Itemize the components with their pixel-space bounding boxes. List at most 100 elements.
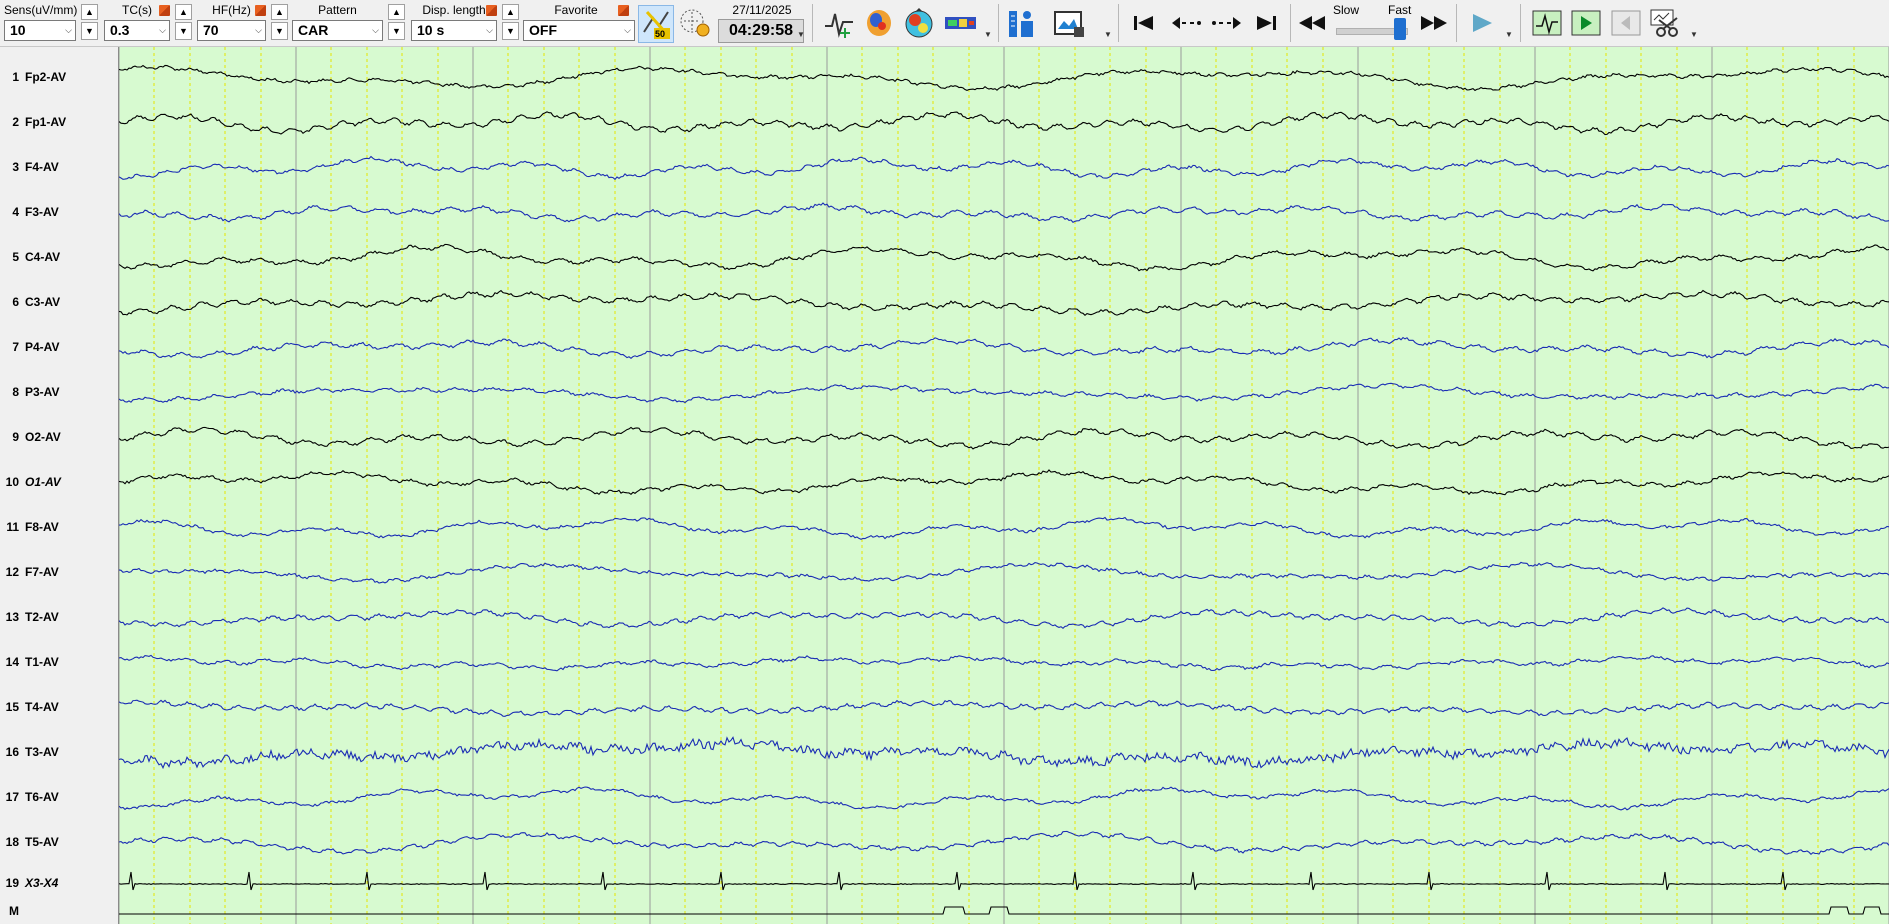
channel-name: C3-AV: [25, 295, 61, 309]
favorite-select[interactable]: OFF ⌵: [523, 20, 635, 41]
channel-name: P3-AV: [25, 385, 60, 399]
favorite-control: Favorite OFF ⌵: [523, 0, 651, 46]
fast-forward-icon: [1421, 16, 1447, 30]
channel-label[interactable]: 19 X3-X4: [0, 876, 118, 894]
channel-number: 19: [5, 876, 19, 890]
chevron-down-icon[interactable]: ▼: [1505, 30, 1513, 39]
high-filter-down-button[interactable]: ▼: [271, 22, 288, 40]
channel-number: 5: [12, 250, 19, 264]
channel-number: 10: [5, 475, 19, 489]
display-length-up-button[interactable]: ▲: [502, 4, 519, 20]
notch-filter-toggle[interactable]: 50: [638, 5, 674, 43]
channel-label[interactable]: M: [0, 904, 118, 922]
channel-name: Fp2-AV: [25, 70, 67, 84]
eeg-waveform-area[interactable]: [119, 47, 1889, 924]
grid-gear-icon: [680, 9, 710, 37]
channel-label[interactable]: 11 F8-AV: [0, 520, 118, 538]
separator: [1456, 4, 1457, 42]
favorite-value: OFF: [529, 22, 557, 38]
channel-name: F7-AV: [25, 565, 59, 579]
channel-name: T3-AV: [25, 745, 59, 759]
speed-slider-thumb[interactable]: [1394, 18, 1406, 40]
channel-number: 4: [12, 205, 19, 219]
spectrum-button[interactable]: [944, 5, 978, 41]
channel-label[interactable]: 17 T6-AV: [0, 790, 118, 808]
waveform-analysis-button[interactable]: [822, 5, 856, 41]
separator: [1520, 4, 1521, 42]
channel-label[interactable]: 4 F3-AV: [0, 205, 118, 223]
channel-number: 12: [5, 565, 19, 579]
high-filter-up-button[interactable]: ▲: [271, 4, 288, 20]
chevron-down-icon[interactable]: ▼: [1104, 30, 1112, 39]
event-back-button[interactable]: [1609, 5, 1643, 41]
recording-date: 27/11/2025: [732, 3, 792, 17]
channel-label[interactable]: 2 Fp1-AV: [0, 115, 118, 133]
high-filter-control: HF(Hz) ▲ ▼ 70 ⌵: [197, 0, 288, 46]
pencil-icon[interactable]: [159, 5, 170, 16]
chevron-down-icon: ⌵: [624, 25, 631, 35]
sensitivity-up-button[interactable]: ▲: [81, 4, 98, 20]
channel-label[interactable]: 5 C4-AV: [0, 250, 118, 268]
rewind-button[interactable]: [1295, 5, 1329, 41]
tools-icon: [1650, 9, 1678, 37]
step-forward-button[interactable]: [1209, 5, 1243, 41]
step-back-button[interactable]: [1170, 5, 1204, 41]
event-play-button[interactable]: [1569, 5, 1603, 41]
pattern-select[interactable]: CAR ⌵: [292, 20, 383, 41]
event-waveform-button[interactable]: [1530, 5, 1564, 41]
pencil-icon[interactable]: [486, 5, 497, 16]
pattern-down-button[interactable]: ▼: [388, 22, 405, 40]
pattern-value: CAR: [298, 22, 329, 38]
pattern-up-button[interactable]: ▲: [388, 4, 405, 20]
channel-label[interactable]: 16 T3-AV: [0, 745, 118, 763]
channel-label[interactable]: 3 F4-AV: [0, 160, 118, 178]
channel-number: 17: [5, 790, 19, 804]
channel-label[interactable]: 8 P3-AV: [0, 385, 118, 403]
channel-label[interactable]: 14 T1-AV: [0, 655, 118, 673]
high-filter-value: 70: [203, 22, 219, 38]
display-length-select[interactable]: 10 s ⌵: [411, 20, 497, 41]
chevron-down-icon[interactable]: ▼: [797, 30, 805, 39]
chevron-down-icon[interactable]: ▼: [984, 30, 992, 39]
chevron-down-icon: ⌵: [159, 25, 166, 35]
topography-icon: [905, 8, 933, 38]
head-map-button[interactable]: [862, 5, 896, 41]
patient-info-button[interactable]: [1006, 5, 1040, 41]
channel-label[interactable]: 12 F7-AV: [0, 565, 118, 583]
pencil-icon[interactable]: [618, 5, 629, 16]
channel-label[interactable]: 6 C3-AV: [0, 295, 118, 313]
sensitivity-select[interactable]: 10 ⌵: [4, 20, 76, 41]
channel-name: T4-AV: [25, 700, 59, 714]
go-to-end-button[interactable]: [1249, 5, 1283, 41]
time-constant-value: 0.3: [110, 22, 130, 38]
separator: [812, 4, 813, 42]
channel-label[interactable]: 7 P4-AV: [0, 340, 118, 358]
recording-time[interactable]: 04:29:58: [718, 19, 804, 43]
time-constant-down-button[interactable]: ▼: [175, 22, 192, 40]
high-filter-select[interactable]: 70 ⌵: [197, 20, 266, 41]
channel-name: P4-AV: [25, 340, 60, 354]
pencil-icon[interactable]: [255, 5, 266, 16]
play-button[interactable]: [1465, 5, 1499, 41]
topography-button[interactable]: [902, 5, 936, 41]
waveform-cursor-icon: [825, 13, 853, 38]
channel-name: F8-AV: [25, 520, 59, 534]
channel-label[interactable]: 10 O1-AV: [0, 475, 118, 493]
time-constant-up-button[interactable]: ▲: [175, 4, 192, 20]
channel-label[interactable]: 15 T4-AV: [0, 700, 118, 718]
chevron-down-icon[interactable]: ▼: [1690, 30, 1698, 39]
channel-label[interactable]: 1 Fp2-AV: [0, 70, 118, 88]
time-constant-select[interactable]: 0.3 ⌵: [104, 20, 170, 41]
fast-forward-button[interactable]: [1417, 5, 1451, 41]
patient-info-icon: [1009, 11, 1033, 37]
tools-button[interactable]: [1648, 5, 1682, 41]
sensitivity-down-button[interactable]: ▼: [81, 22, 98, 40]
channel-label[interactable]: 18 T5-AV: [0, 835, 118, 853]
go-to-start-button[interactable]: [1127, 5, 1161, 41]
pattern-label: Pattern: [318, 3, 357, 17]
montage-settings-button[interactable]: [678, 5, 712, 41]
video-button[interactable]: [1052, 5, 1086, 41]
channel-label[interactable]: 13 T2-AV: [0, 610, 118, 628]
channel-label[interactable]: 9 O2-AV: [0, 430, 118, 448]
display-length-down-button[interactable]: ▼: [502, 22, 519, 40]
